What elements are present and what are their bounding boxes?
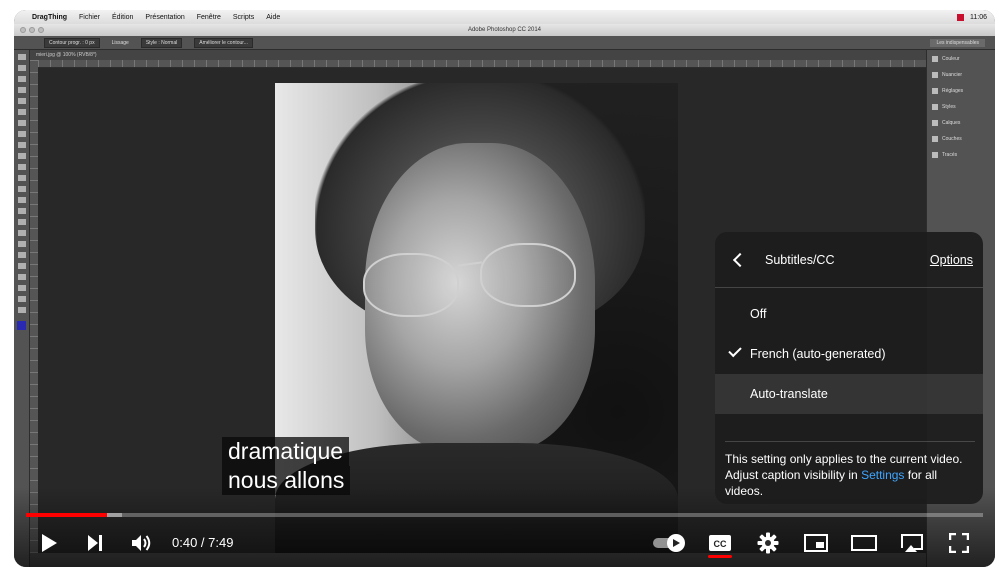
options-style: Style : Normal xyxy=(140,37,183,48)
menubar-item: Fenêtre xyxy=(196,13,221,21)
subtitles-track-list: Off French (auto-generated) Auto-transla… xyxy=(715,288,983,414)
cc-active-indicator xyxy=(708,555,732,558)
menubar-item: Scripts xyxy=(232,13,255,21)
menubar-item: Fichier xyxy=(79,13,101,21)
options-feather: Contour progr. : 0 px xyxy=(44,37,100,48)
options-antialias: Lissage xyxy=(111,39,129,46)
settings-gear-icon xyxy=(757,532,779,554)
progress-bar[interactable] xyxy=(26,513,983,517)
subtitles-menu-title: Subtitles/CC xyxy=(765,252,835,267)
subtitle-option-auto-translate[interactable]: Auto-translate xyxy=(715,374,983,414)
autoplay-toggle-icon xyxy=(653,534,685,552)
menubar-item: Présentation xyxy=(145,13,185,21)
miniplayer-button[interactable] xyxy=(800,525,832,561)
menubar-item: Édition xyxy=(112,13,134,21)
svg-text:CC: CC xyxy=(714,539,727,549)
menubar-status-area: 11:06 xyxy=(957,13,995,21)
cast-icon xyxy=(901,534,923,552)
subtitle-option-label: French (auto-generated) xyxy=(750,347,886,361)
settings-link[interactable]: Settings xyxy=(861,468,904,482)
play-button[interactable] xyxy=(34,525,64,561)
back-icon[interactable] xyxy=(729,251,747,269)
panel-item: Couleur xyxy=(930,52,992,66)
player-controls: 0:40 / 7:49 CC xyxy=(14,525,995,561)
ruler-horizontal xyxy=(38,60,926,68)
subtitle-option-label: Auto-translate xyxy=(750,387,828,401)
menubar-clock: 11:06 xyxy=(970,13,987,21)
window-traffic-lights xyxy=(20,27,44,33)
foreground-color-swatch xyxy=(17,321,26,330)
next-icon xyxy=(88,535,102,551)
volume-icon xyxy=(132,535,151,551)
caption-line: dramatique xyxy=(222,437,350,466)
check-icon xyxy=(728,343,742,358)
subtitle-option-off[interactable]: Off xyxy=(715,294,983,334)
settings-button[interactable] xyxy=(752,525,784,561)
photoshop-window-title: Adobe Photoshop CC 2014 xyxy=(467,27,542,33)
workspace-selector: Les indispensables xyxy=(930,38,985,47)
document-tab: mieri.jpg @ 100% (RVB/8*) xyxy=(30,50,926,60)
miniplayer-icon xyxy=(804,534,828,552)
theater-mode-icon xyxy=(851,535,877,551)
panel-item: Couches xyxy=(930,132,992,146)
panel-item: Tracés xyxy=(930,148,992,162)
panel-item: Calques xyxy=(930,116,992,130)
photoshop-options-bar: Contour progr. : 0 px Lissage Style : No… xyxy=(14,36,995,50)
progress-played xyxy=(26,513,108,517)
theater-mode-button[interactable] xyxy=(848,525,880,561)
next-button[interactable] xyxy=(80,525,110,561)
panel-item: Nuancier xyxy=(930,68,992,82)
play-icon xyxy=(42,534,57,552)
subtitles-menu: Subtitles/CC Options Off French (auto-ge… xyxy=(715,232,983,504)
video-mac-menubar: DragThing Fichier Édition Présentation F… xyxy=(14,10,995,24)
subtitle-option-label: Off xyxy=(750,307,767,321)
menubar-app-name: DragThing xyxy=(32,13,67,21)
cc-icon: CC xyxy=(709,535,731,551)
menubar-item: Aide xyxy=(266,13,281,21)
cast-button[interactable] xyxy=(894,525,928,561)
volume-button[interactable] xyxy=(126,525,158,561)
subtitles-settings-note: This setting only applies to the current… xyxy=(725,441,975,499)
recording-icon xyxy=(957,13,964,21)
options-refine-edge: Améliorer le contour... xyxy=(194,37,253,48)
photoshop-titlebar: Adobe Photoshop CC 2014 xyxy=(14,24,995,36)
video-player[interactable]: DragThing Fichier Édition Présentation F… xyxy=(14,10,995,567)
fullscreen-icon xyxy=(949,533,969,553)
fullscreen-button[interactable] xyxy=(943,525,975,561)
panel-item: Réglages xyxy=(930,84,992,98)
subtitle-option-french-auto[interactable]: French (auto-generated) xyxy=(715,334,983,374)
subtitles-options-link[interactable]: Options xyxy=(930,253,973,267)
caption-line: nous allons xyxy=(222,466,351,495)
autoplay-toggle[interactable] xyxy=(651,525,687,561)
time-display: 0:40 / 7:49 xyxy=(172,535,234,550)
subtitles-menu-header: Subtitles/CC Options xyxy=(715,232,983,288)
panel-item: Styles xyxy=(930,100,992,114)
caption-window[interactable]: dramatique nous allons xyxy=(222,437,351,495)
